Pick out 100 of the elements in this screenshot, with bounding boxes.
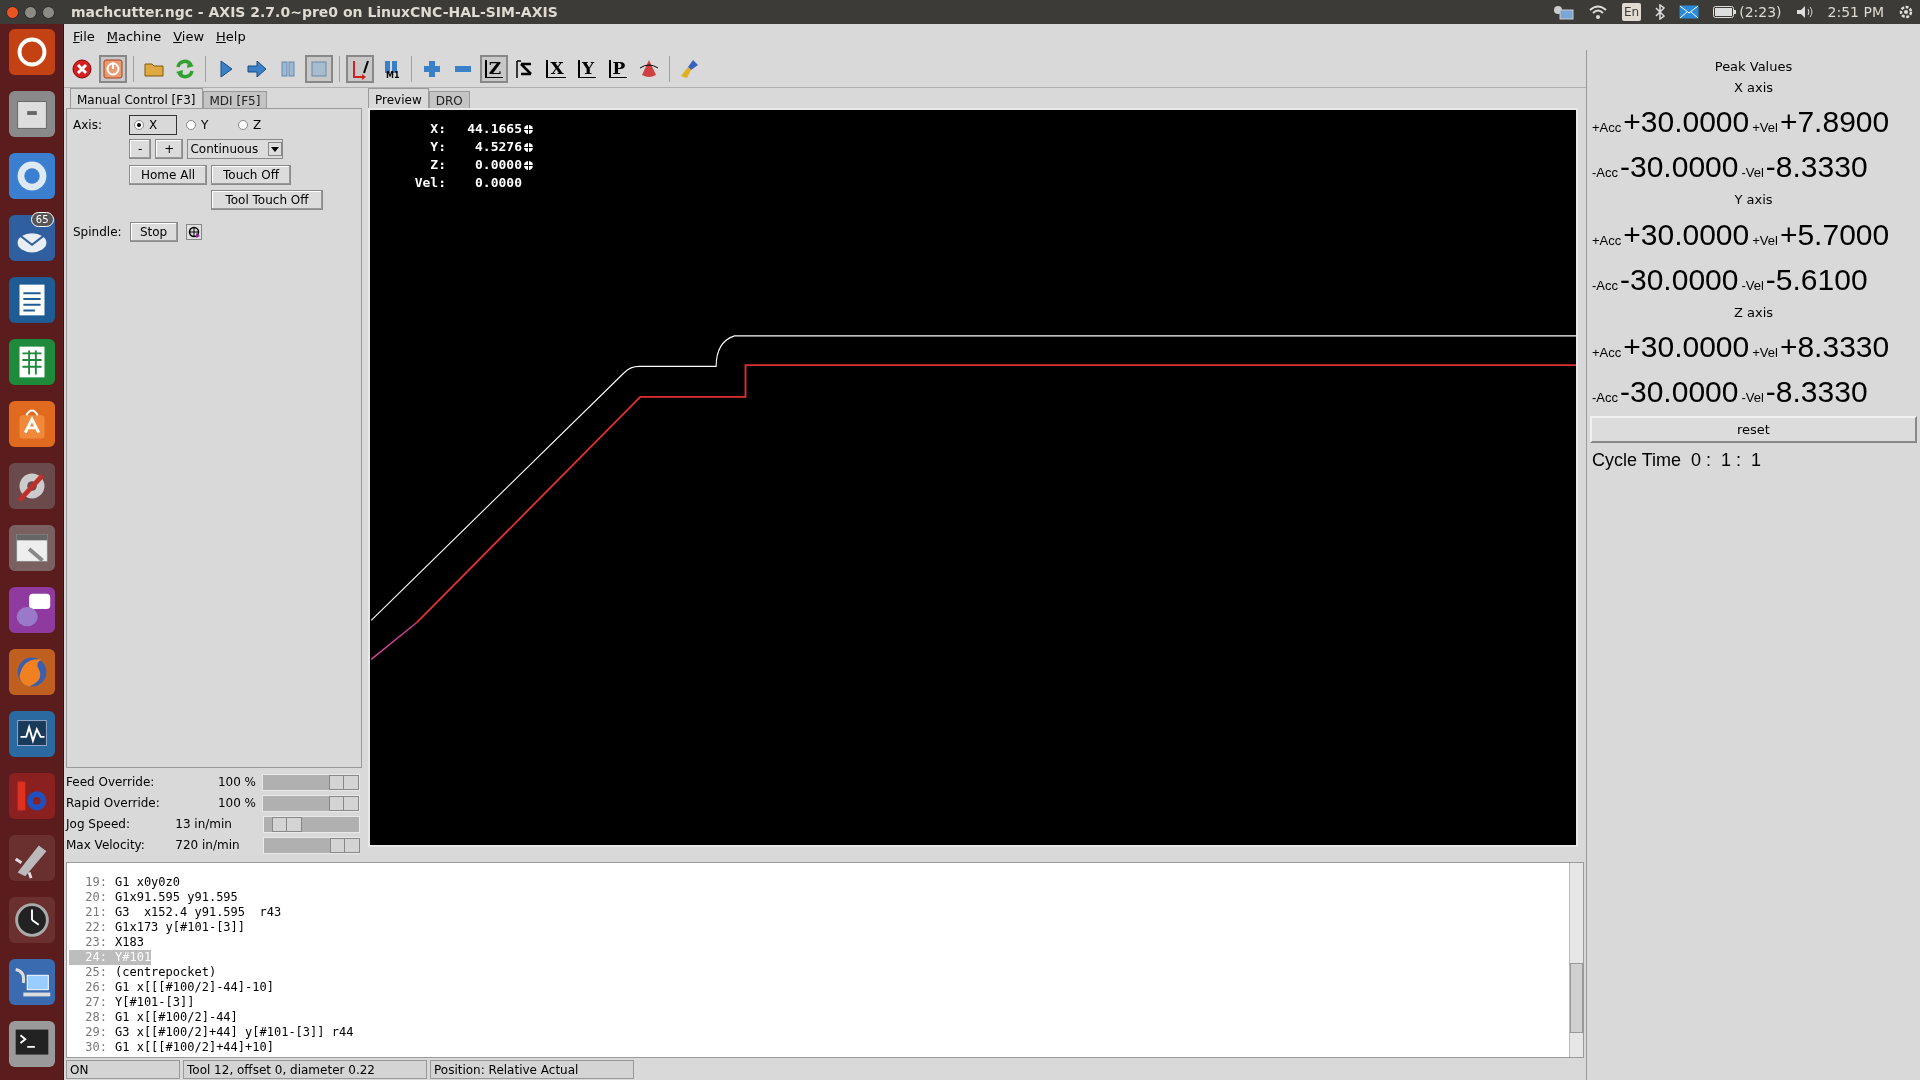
menu-item[interactable]: File — [68, 25, 100, 49]
slider-label: Max Velocity: — [66, 837, 146, 854]
acc-label: -Acc — [1592, 389, 1618, 407]
vel-value: -8.3330 — [1765, 149, 1868, 185]
cycle-time-value: 0 : 1 : 1 — [1691, 449, 1762, 472]
status-field: Tool 12, offset 0, diameter 0.22 — [183, 1059, 427, 1079]
position-value: 4.5276 — [474, 138, 522, 156]
menu-item[interactable]: View — [168, 25, 210, 49]
vel-value: +5.7000 — [1779, 216, 1890, 253]
status-field: Position: Relative Actual — [430, 1059, 634, 1079]
line-number: 24: — [84, 950, 108, 965]
line-number: 26: — [84, 980, 108, 995]
vel-label: -Vel — [1741, 164, 1764, 182]
vel-value: +8.3330 — [1779, 329, 1890, 365]
tab[interactable]: MDI [F5] — [202, 91, 268, 108]
line-number: 22: — [84, 920, 108, 935]
axis-label: X: — [429, 120, 446, 138]
slider-reading: 100 % — [216, 795, 257, 812]
view-button[interactable]: Y — [573, 54, 601, 83]
acc-label: -Acc — [1592, 164, 1618, 182]
code-line: G1 x[[#100/2]-44] — [115, 1010, 238, 1025]
reset-button[interactable]: reset — [1590, 416, 1917, 443]
cycle-time-label: Cycle Time — [1592, 449, 1681, 472]
vel-value: +7.8900 — [1779, 104, 1890, 140]
home-all-button[interactable]: Home All — [129, 165, 207, 185]
tab[interactable]: DRO — [428, 91, 470, 108]
spindle-stop-button[interactable]: Stop — [129, 222, 178, 242]
slider-label: Jog Speed: — [66, 816, 131, 833]
position-value: 44.1665 — [466, 120, 522, 138]
slider-reading: 100 % — [216, 774, 257, 791]
acc-label: +Acc — [1592, 231, 1622, 250]
axis-radio[interactable]: Y — [181, 115, 229, 135]
code-line: X183 — [115, 935, 144, 950]
tab[interactable]: Preview — [368, 88, 429, 108]
clock[interactable]: 2:51 PM — [1827, 1, 1884, 23]
line-number: 19: — [84, 875, 108, 890]
slider-label: Rapid Override: — [66, 795, 161, 812]
optional-stop-button[interactable]: M1 — [377, 54, 405, 83]
view-button[interactable]: P — [604, 54, 632, 83]
jog-mode-dropdown[interactable]: Continuous — [187, 139, 284, 159]
code-line: G1 x0y0z0 — [115, 875, 181, 890]
jog-minus-button[interactable]: - — [129, 139, 152, 159]
touch-off-button[interactable]: Touch Off — [211, 165, 291, 185]
acc-value: -30.0000 — [1620, 149, 1739, 185]
axis-radio[interactable]: X — [129, 115, 177, 135]
axis-radio[interactable]: Z — [233, 115, 281, 135]
line-number: 25: — [84, 965, 108, 980]
view-button[interactable]: Z — [480, 54, 508, 83]
view-button[interactable]: X — [542, 54, 570, 83]
acc-label: -Acc — [1592, 276, 1618, 295]
code-line: Y#101 — [115, 950, 152, 965]
code-line: (centrepocket) — [115, 965, 217, 980]
battery-time: (2:23) — [1739, 2, 1782, 22]
code-line: G1x91.595 y91.595 — [115, 890, 238, 905]
acc-value: -30.0000 — [1620, 374, 1739, 410]
axis-label: Z: — [429, 156, 446, 174]
acc-value: +30.0000 — [1623, 329, 1750, 365]
line-number: 30: — [84, 1040, 108, 1055]
slider-label: Feed Override: — [66, 774, 156, 791]
line-number: 21: — [84, 905, 108, 920]
axis-label: Y: — [429, 138, 446, 156]
vel-label: +Vel — [1752, 344, 1778, 362]
vel-value: -8.3330 — [1765, 374, 1868, 410]
axis-title: Y axis — [1733, 191, 1774, 209]
slider-reading: 13 in/min — [175, 816, 233, 833]
vel-label: +Vel — [1752, 119, 1778, 137]
field-label: Spindle: — [73, 224, 122, 241]
code-line: G1x173 y[#101-[3]] — [115, 920, 246, 935]
code-line: Y[#101-[3]] — [115, 995, 195, 1010]
acc-value: +30.0000 — [1623, 104, 1750, 140]
line-number: 20: — [84, 890, 108, 905]
acc-value: +30.0000 — [1623, 216, 1750, 253]
jog-plus-button[interactable]: + — [155, 139, 184, 159]
panel-title: Peak Values — [1713, 58, 1794, 76]
acc-value: -30.0000 — [1620, 261, 1739, 298]
code-line: G3 x152.4 y91.595 r43 — [115, 905, 282, 920]
vel-label: +Vel — [1752, 231, 1778, 250]
line-number: 23: — [84, 935, 108, 950]
position-value: 0.0000 — [474, 156, 522, 174]
menu-item[interactable]: Help — [211, 25, 251, 49]
line-number: 27: — [84, 995, 108, 1010]
menu-item[interactable]: Machine — [101, 25, 167, 49]
axis-title: X axis — [1732, 78, 1775, 97]
line-number: 28: — [84, 1010, 108, 1025]
keyboard-indicator[interactable]: En — [1622, 3, 1642, 21]
acc-label: +Acc — [1592, 119, 1622, 137]
tool-touch-off-button[interactable]: Tool Touch Off — [211, 190, 323, 210]
vel-label: -Vel — [1741, 276, 1764, 295]
axis-title: Z axis — [1732, 303, 1775, 322]
vel-label: -Vel — [1741, 389, 1764, 407]
code-line: G1 x[[[#100/2]-44]-10] — [115, 980, 274, 995]
position-value: 0.0000 — [474, 174, 522, 192]
acc-label: +Acc — [1592, 344, 1622, 362]
field-label: Axis: — [73, 117, 103, 134]
tab[interactable]: Manual Control [F3] — [70, 88, 203, 108]
axis-label: Vel: — [413, 174, 446, 192]
slider-reading: 720 in/min — [175, 837, 241, 854]
window-title: machcutter.ngc - AXIS 2.7.0~pre0 on LinuxCNC-HAL-SIM-AXIS — [71, 2, 558, 22]
vel-value: -5.6100 — [1765, 261, 1868, 298]
code-line: G1 x[[[#100/2]+44]+10] — [115, 1040, 274, 1055]
